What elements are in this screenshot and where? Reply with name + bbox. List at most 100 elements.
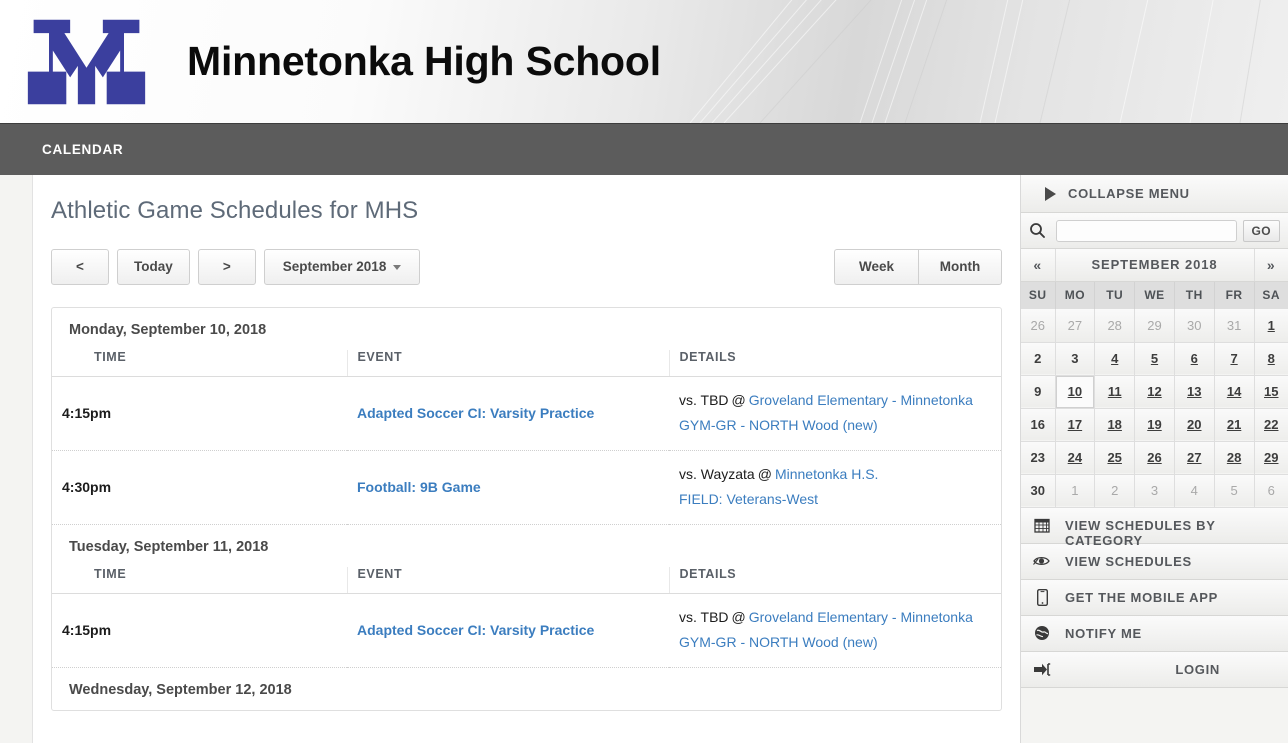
mini-calendar-day-link[interactable]: 25 bbox=[1107, 450, 1121, 465]
dow-we: WE bbox=[1134, 281, 1175, 309]
search-go-button[interactable]: GO bbox=[1242, 219, 1280, 242]
location-link[interactable]: Minnetonka H.S. bbox=[775, 466, 879, 482]
mini-calendar-day-link[interactable]: 22 bbox=[1264, 417, 1278, 432]
mini-calendar-day-outside: 28 bbox=[1094, 309, 1136, 343]
event-title-link[interactable]: Football: 9B Game bbox=[357, 479, 481, 495]
mini-calendar-day[interactable]: 28 bbox=[1214, 441, 1255, 475]
mini-calendar-day[interactable]: 4 bbox=[1094, 342, 1136, 376]
location-link[interactable]: Groveland Elementary - Minnetonka bbox=[749, 392, 973, 408]
prev-period-button[interactable]: < bbox=[51, 249, 109, 285]
collapse-menu-button[interactable]: COLLAPSE MENU bbox=[1021, 175, 1288, 213]
mini-calendar-week-row: 23 24 25 26 27 28 29 bbox=[1021, 441, 1288, 475]
mini-calendar-day[interactable]: 21 bbox=[1214, 408, 1255, 442]
venue-link[interactable]: FIELD: Veterans-West bbox=[679, 491, 818, 507]
mini-calendar-next-button[interactable]: » bbox=[1253, 249, 1288, 282]
mini-calendar-day-link[interactable]: 8 bbox=[1268, 351, 1275, 366]
table-row: 4:30pm Football: 9B Game vs. Wayzata @ Min… bbox=[52, 450, 1001, 525]
mini-calendar-day[interactable]: 14 bbox=[1214, 375, 1255, 409]
mini-calendar-day-outside: 6 bbox=[1254, 474, 1288, 508]
mini-calendar-day-link[interactable]: 26 bbox=[1147, 450, 1161, 465]
menu-notify-me-label: NOTIFY ME bbox=[1065, 625, 1142, 641]
mini-calendar-day[interactable]: 23 bbox=[1021, 441, 1056, 475]
mini-calendar-day[interactable]: 7 bbox=[1214, 342, 1255, 376]
mini-calendar-day-link[interactable]: 17 bbox=[1068, 417, 1082, 432]
mini-calendar-day-link[interactable]: 13 bbox=[1187, 384, 1201, 399]
mini-calendar-day-link[interactable]: 21 bbox=[1227, 417, 1241, 432]
page-body: Athletic Game Schedules for MHS < Today … bbox=[0, 175, 1288, 743]
search-input[interactable] bbox=[1056, 219, 1237, 242]
menu-notify-me[interactable]: NOTIFY ME bbox=[1021, 615, 1288, 652]
mini-calendar-prev-button[interactable]: « bbox=[1021, 249, 1056, 282]
mini-calendar-day-link[interactable]: 19 bbox=[1147, 417, 1161, 432]
mini-calendar-day[interactable]: 6 bbox=[1174, 342, 1215, 376]
mini-calendar-day[interactable]: 1 bbox=[1254, 309, 1288, 343]
mini-calendar-day[interactable]: 5 bbox=[1134, 342, 1175, 376]
minnetonka-m-logo bbox=[14, 12, 159, 112]
mini-calendar-day[interactable]: 19 bbox=[1134, 408, 1175, 442]
mini-calendar-day-link[interactable]: 29 bbox=[1264, 450, 1278, 465]
venue-link[interactable]: GYM-GR - NORTH Wood (new) bbox=[679, 634, 878, 650]
mini-calendar-day[interactable]: 8 bbox=[1254, 342, 1288, 376]
mini-calendar-day[interactable]: 9 bbox=[1021, 375, 1056, 409]
mini-calendar-day[interactable]: 2 bbox=[1021, 342, 1056, 376]
mini-calendar-day[interactable]: 11 bbox=[1094, 375, 1136, 409]
mini-calendar-day[interactable]: 29 bbox=[1254, 441, 1288, 475]
mini-calendar-day[interactable]: 3 bbox=[1055, 342, 1096, 376]
mini-calendar-week-row: 30 1 2 3 4 5 6 bbox=[1021, 474, 1288, 508]
mini-calendar-day-link[interactable]: 14 bbox=[1227, 384, 1241, 399]
mini-calendar-day-link[interactable]: 1 bbox=[1268, 318, 1275, 333]
event-title-link[interactable]: Adapted Soccer CI: Varsity Practice bbox=[357, 405, 594, 421]
mini-calendar-day-link[interactable]: 15 bbox=[1264, 384, 1278, 399]
menu-login[interactable]: LOGIN bbox=[1021, 651, 1288, 688]
mini-calendar-day-link[interactable]: 24 bbox=[1068, 450, 1082, 465]
nav-item-calendar[interactable]: CALENDAR bbox=[30, 142, 135, 157]
mini-calendar-day-link[interactable]: 6 bbox=[1191, 351, 1198, 366]
mini-calendar-day-link[interactable]: 20 bbox=[1187, 417, 1201, 432]
site-banner: Minnetonka High School bbox=[0, 0, 1288, 123]
mini-calendar-day-link[interactable]: 28 bbox=[1227, 450, 1241, 465]
mini-calendar-day[interactable]: 26 bbox=[1134, 441, 1175, 475]
column-header-time: TIME bbox=[52, 350, 347, 377]
table-header-row: TIME EVENT DETAILS bbox=[52, 350, 1001, 377]
mini-calendar-day-link[interactable]: 4 bbox=[1111, 351, 1118, 366]
sidebar-search-row: GO bbox=[1021, 213, 1288, 249]
next-period-button[interactable]: > bbox=[197, 249, 256, 285]
mini-calendar-day-link[interactable]: 7 bbox=[1230, 351, 1237, 366]
venue-link[interactable]: GYM-GR - NORTH Wood (new) bbox=[679, 417, 878, 433]
mini-calendar-day[interactable]: 18 bbox=[1094, 408, 1136, 442]
dow-tu: TU bbox=[1094, 281, 1136, 309]
mini-calendar-day-link[interactable]: 18 bbox=[1107, 417, 1121, 432]
menu-get-the-mobile-app[interactable]: GET THE MOBILE APP bbox=[1021, 579, 1288, 616]
mini-calendar-day[interactable]: 25 bbox=[1094, 441, 1136, 475]
mini-calendar-day[interactable]: 12 bbox=[1134, 375, 1175, 409]
menu-view-schedules-by-category[interactable]: VIEW SCHEDULES BY CATEGORY bbox=[1021, 507, 1288, 548]
event-details: vs. Wayzata @ Minnetonka H.S. FIELD: Veter… bbox=[669, 450, 1001, 525]
day-header: Monday, September 10, 2018 bbox=[69, 322, 267, 338]
week-view-button[interactable]: Week bbox=[834, 249, 918, 285]
month-picker-dropdown[interactable]: September 2018 bbox=[263, 249, 421, 285]
mini-calendar-day[interactable]: 20 bbox=[1174, 408, 1215, 442]
mini-calendar-day[interactable]: 16 bbox=[1021, 408, 1056, 442]
menu-view-schedules[interactable]: VIEW SCHEDULES bbox=[1021, 543, 1288, 580]
mini-calendar-day[interactable]: 22 bbox=[1254, 408, 1288, 442]
mini-calendar-day[interactable]: 13 bbox=[1174, 375, 1215, 409]
mini-calendar-day[interactable]: 15 bbox=[1254, 375, 1288, 409]
mini-calendar-day[interactable]: 24 bbox=[1055, 441, 1096, 475]
mini-calendar-day[interactable]: 10 bbox=[1055, 375, 1096, 409]
mini-calendar-day-link[interactable]: 11 bbox=[1108, 384, 1122, 399]
mini-calendar-title[interactable]: SEPTEMBER 2018 bbox=[1055, 249, 1254, 282]
event-details: vs. TBD @ Groveland Elementary - Minnetonk… bbox=[669, 593, 1001, 668]
login-arrow-icon bbox=[1031, 662, 1053, 677]
mini-calendar-day-link[interactable]: 10 bbox=[1068, 384, 1082, 399]
today-button[interactable]: Today bbox=[117, 249, 190, 285]
mini-calendar-day[interactable]: 17 bbox=[1055, 408, 1096, 442]
event-title-link[interactable]: Adapted Soccer CI: Varsity Practice bbox=[357, 622, 594, 638]
mini-calendar-day-link[interactable]: 27 bbox=[1187, 450, 1201, 465]
mini-calendar-day-link[interactable]: 12 bbox=[1147, 384, 1161, 399]
mini-calendar-day[interactable]: 30 bbox=[1021, 474, 1056, 508]
mini-calendar-day-link[interactable]: 5 bbox=[1151, 351, 1158, 366]
mini-calendar-day[interactable]: 27 bbox=[1174, 441, 1215, 475]
mini-calendar: « SEPTEMBER 2018 » SU MO TU WE TH FR SA … bbox=[1021, 249, 1288, 508]
location-link[interactable]: Groveland Elementary - Minnetonka bbox=[749, 609, 973, 625]
month-view-button[interactable]: Month bbox=[918, 249, 1002, 285]
